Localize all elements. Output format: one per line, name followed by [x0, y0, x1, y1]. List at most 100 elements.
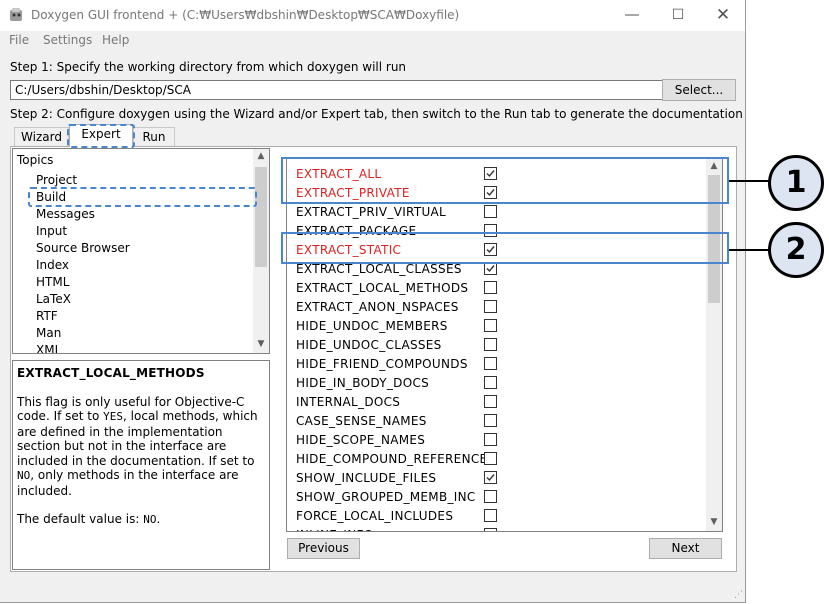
option-row: EXTRACT_ANON_NSPACES [287, 298, 707, 317]
option-label: HIDE_UNDOC_CLASSES [296, 338, 442, 352]
option-checkbox[interactable] [484, 357, 497, 370]
option-row: SHOW_INCLUDE_FILES [287, 469, 707, 488]
topic-source-browser[interactable]: Source Browser [36, 241, 130, 255]
build-topic-highlight [28, 187, 257, 207]
option-label: HIDE_FRIEND_COMPOUNDS [296, 357, 468, 371]
option-label: SHOW_GROUPED_MEMB_INC [296, 490, 476, 504]
option-label: HIDE_COMPOUND_REFERENCE [296, 452, 488, 466]
option-checkbox[interactable] [484, 205, 497, 218]
topic-messages[interactable]: Messages [36, 207, 95, 221]
step1-label: Step 1: Specify the working directory fr… [10, 60, 407, 74]
option-label: HIDE_SCOPE_NAMES [296, 433, 426, 447]
select-button[interactable]: Select... [662, 79, 736, 101]
callout-1-box [281, 157, 729, 204]
option-checkbox[interactable] [484, 300, 497, 313]
checkmark-icon [486, 474, 495, 482]
option-label: INTERNAL_DOCS [296, 395, 401, 409]
callout-2-line [729, 249, 769, 251]
option-label: EXTRACT_LOCAL_METHODS [296, 281, 469, 295]
option-checkbox[interactable] [484, 319, 497, 332]
topic-html[interactable]: HTML [36, 275, 69, 289]
option-label: SHOW_INCLUDE_FILES [296, 471, 437, 485]
topics-scrollbar[interactable]: ▲ ▼ [253, 149, 269, 353]
menu-help[interactable]: Help [102, 33, 129, 47]
topic-input[interactable]: Input [36, 224, 67, 238]
option-label: EXTRACT_LOCAL_CLASSES [296, 262, 462, 276]
topic-man[interactable]: Man [36, 326, 61, 340]
checkmark-icon [486, 265, 495, 273]
option-checkbox[interactable] [484, 414, 497, 427]
option-row: FORCE_LOCAL_INCLUDES [287, 507, 707, 526]
option-row: SHOW_GROUPED_MEMB_INC [287, 488, 707, 507]
close-icon[interactable]: ✕ [700, 0, 746, 31]
scroll-down-icon[interactable]: ▼ [706, 517, 722, 527]
option-row: HIDE_UNDOC_MEMBERS [287, 317, 707, 336]
checkmark-icon [485, 529, 496, 532]
option-checkbox[interactable] [484, 528, 497, 532]
topic-latex[interactable]: LaTeX [36, 292, 71, 306]
option-checkbox[interactable] [484, 395, 497, 408]
option-row: HIDE_COMPOUND_REFERENCE [287, 450, 707, 469]
option-row: INTERNAL_DOCS [287, 393, 707, 412]
topics-list: Topics Project Build Messages Input Sour… [12, 148, 270, 354]
menu-settings[interactable]: Settings [43, 33, 92, 47]
maximize-icon[interactable]: ☐ [655, 0, 701, 31]
scroll-up-icon[interactable]: ▲ [253, 151, 269, 161]
minimize-icon[interactable]: ― [609, 0, 655, 31]
option-label: INLINE_INFO [296, 528, 373, 531]
working-directory-input[interactable]: C:/Users/dbshin/Desktop/SCA [10, 80, 663, 100]
option-row: HIDE_SCOPE_NAMES [287, 431, 707, 450]
help-default-value: The default value is: NO. [17, 512, 161, 526]
option-label: FORCE_LOCAL_INCLUDES [296, 509, 454, 523]
title-bar[interactable]: Doxygen GUI frontend + (C:₩Users₩dbshin₩… [0, 0, 745, 31]
option-row: INLINE_INFO [287, 526, 707, 532]
callout-2-box [281, 232, 729, 264]
option-label: HIDE_UNDOC_MEMBERS [296, 319, 448, 333]
topic-rtf[interactable]: RTF [36, 309, 58, 323]
option-checkbox[interactable] [484, 376, 497, 389]
menu-bar: File Settings Help [0, 31, 745, 51]
option-row: EXTRACT_LOCAL_METHODS [287, 279, 707, 298]
option-row: HIDE_FRIEND_COMPOUNDS [287, 355, 707, 374]
help-description: This flag is only useful for Objective-C… [17, 394, 258, 498]
scroll-down-icon[interactable]: ▼ [253, 339, 269, 349]
option-row: EXTRACT_PRIV_VIRTUAL [287, 203, 707, 222]
option-checkbox[interactable] [484, 338, 497, 351]
option-row: HIDE_UNDOC_CLASSES [287, 336, 707, 355]
option-checkbox[interactable] [484, 490, 497, 503]
previous-button[interactable]: Previous [287, 538, 360, 559]
option-checkbox[interactable] [484, 433, 497, 446]
help-panel: EXTRACT_LOCAL_METHODS This flag is only … [12, 360, 270, 570]
tab-run[interactable]: Run [133, 127, 175, 146]
topics-scroll-thumb[interactable] [255, 167, 267, 267]
options-list: EXTRACT_ALL EXTRACT_PRIVATE EXTRACT_PRIV_V… [286, 158, 723, 532]
option-label: CASE_SENSE_NAMES [296, 414, 427, 428]
topics-header: Topics [17, 153, 54, 167]
tab-wizard[interactable]: Wizard [14, 127, 69, 146]
topic-index[interactable]: Index [36, 258, 69, 272]
doxygen-app-icon [10, 8, 22, 21]
topic-xml[interactable]: XML [36, 343, 61, 353]
resize-grip-icon[interactable]: ⋰ [734, 590, 743, 600]
help-title: EXTRACT_LOCAL_METHODS [17, 366, 205, 380]
option-label: EXTRACT_ANON_NSPACES [296, 300, 459, 314]
option-checkbox[interactable] [484, 509, 497, 522]
options-scrollbar[interactable]: ▲ ▼ [706, 159, 722, 531]
menu-file[interactable]: File [9, 33, 29, 47]
option-label: HIDE_IN_BODY_DOCS [296, 376, 430, 390]
window-title: Doxygen GUI frontend + (C:₩Users₩dbshin₩… [31, 8, 460, 22]
step2-label: Step 2: Configure doxygen using the Wiza… [10, 107, 743, 121]
callout-1-badge: 1 [768, 155, 824, 211]
option-row: CASE_SENSE_NAMES [287, 412, 707, 431]
option-checkbox[interactable] [484, 471, 497, 484]
option-checkbox[interactable] [484, 452, 497, 465]
callout-2-badge: 2 [768, 222, 824, 278]
option-row: HIDE_IN_BODY_DOCS [287, 374, 707, 393]
topic-project[interactable]: Project [36, 173, 77, 187]
option-checkbox[interactable] [484, 281, 497, 294]
option-label: EXTRACT_PRIV_VIRTUAL [296, 205, 447, 219]
callout-1-line [729, 180, 769, 182]
next-button[interactable]: Next [649, 538, 722, 559]
expert-tab-highlight [67, 124, 135, 148]
doxygen-window: Doxygen GUI frontend + (C:₩Users₩dbshin₩… [0, 0, 746, 603]
